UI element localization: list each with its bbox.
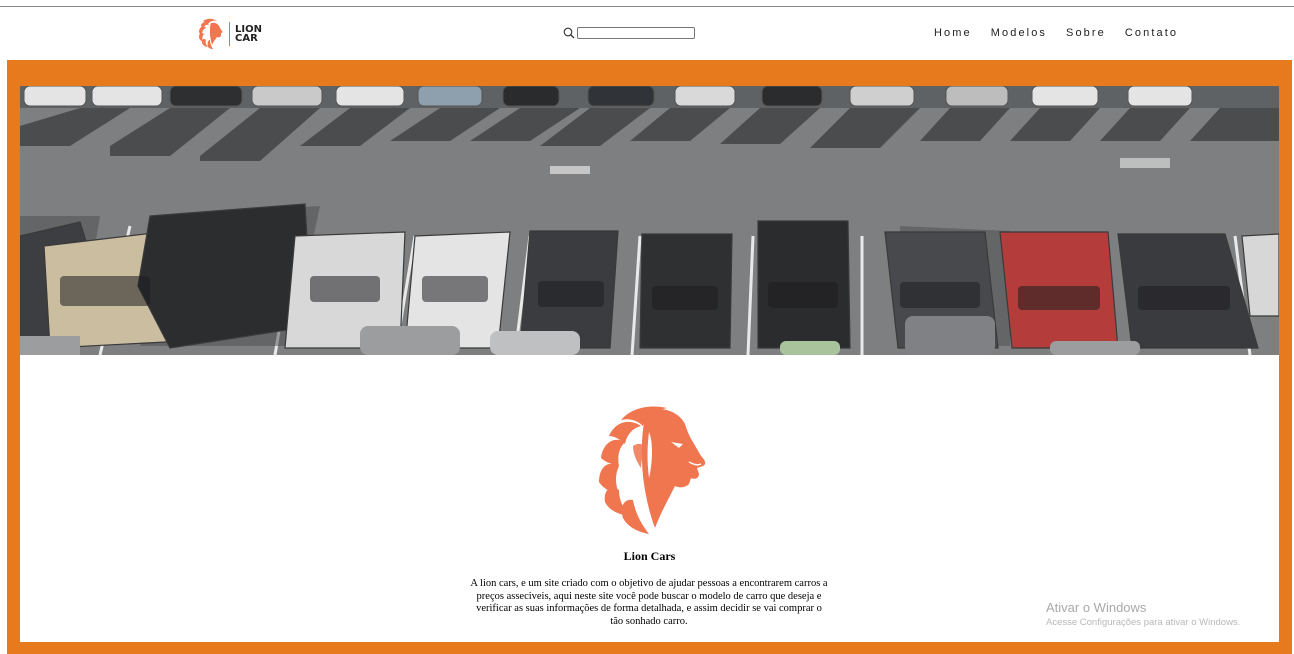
nav-sobre[interactable]: Sobre [1066, 27, 1106, 39]
search-input[interactable] [577, 27, 695, 39]
orange-frame: Lion Cars A lion cars, e um site criado … [7, 60, 1292, 654]
site-header: LION CAR Home Modelos Sobre Contato [0, 7, 1294, 60]
hero-parking-lot-image [20, 86, 1279, 355]
nav-contato[interactable]: Contato [1125, 27, 1178, 39]
about-description: A lion cars, e um site criado com o obje… [470, 578, 828, 627]
site-logo[interactable]: LION CAR [197, 18, 269, 50]
watermark-subtitle: Acesse Configurações para ativar o Windo… [1046, 617, 1241, 628]
main-nav: Home Modelos Sobre Contato [934, 27, 1197, 39]
lion-head-icon [199, 18, 223, 49]
nav-home[interactable]: Home [934, 27, 972, 39]
logo-divider [229, 22, 230, 46]
search-bar [563, 27, 695, 39]
logo-wordmark: LION CAR [235, 24, 262, 44]
content-panel: Lion Cars A lion cars, e um site criado … [20, 86, 1279, 642]
nav-modelos[interactable]: Modelos [991, 27, 1047, 39]
search-icon[interactable] [563, 27, 575, 39]
windows-activation-watermark: Ativar o Windows Acesse Configurações pa… [1046, 600, 1240, 628]
lion-logo-icon [599, 406, 706, 534]
about-title: Lion Cars [623, 549, 676, 563]
watermark-title: Ativar o Windows [1046, 600, 1147, 615]
